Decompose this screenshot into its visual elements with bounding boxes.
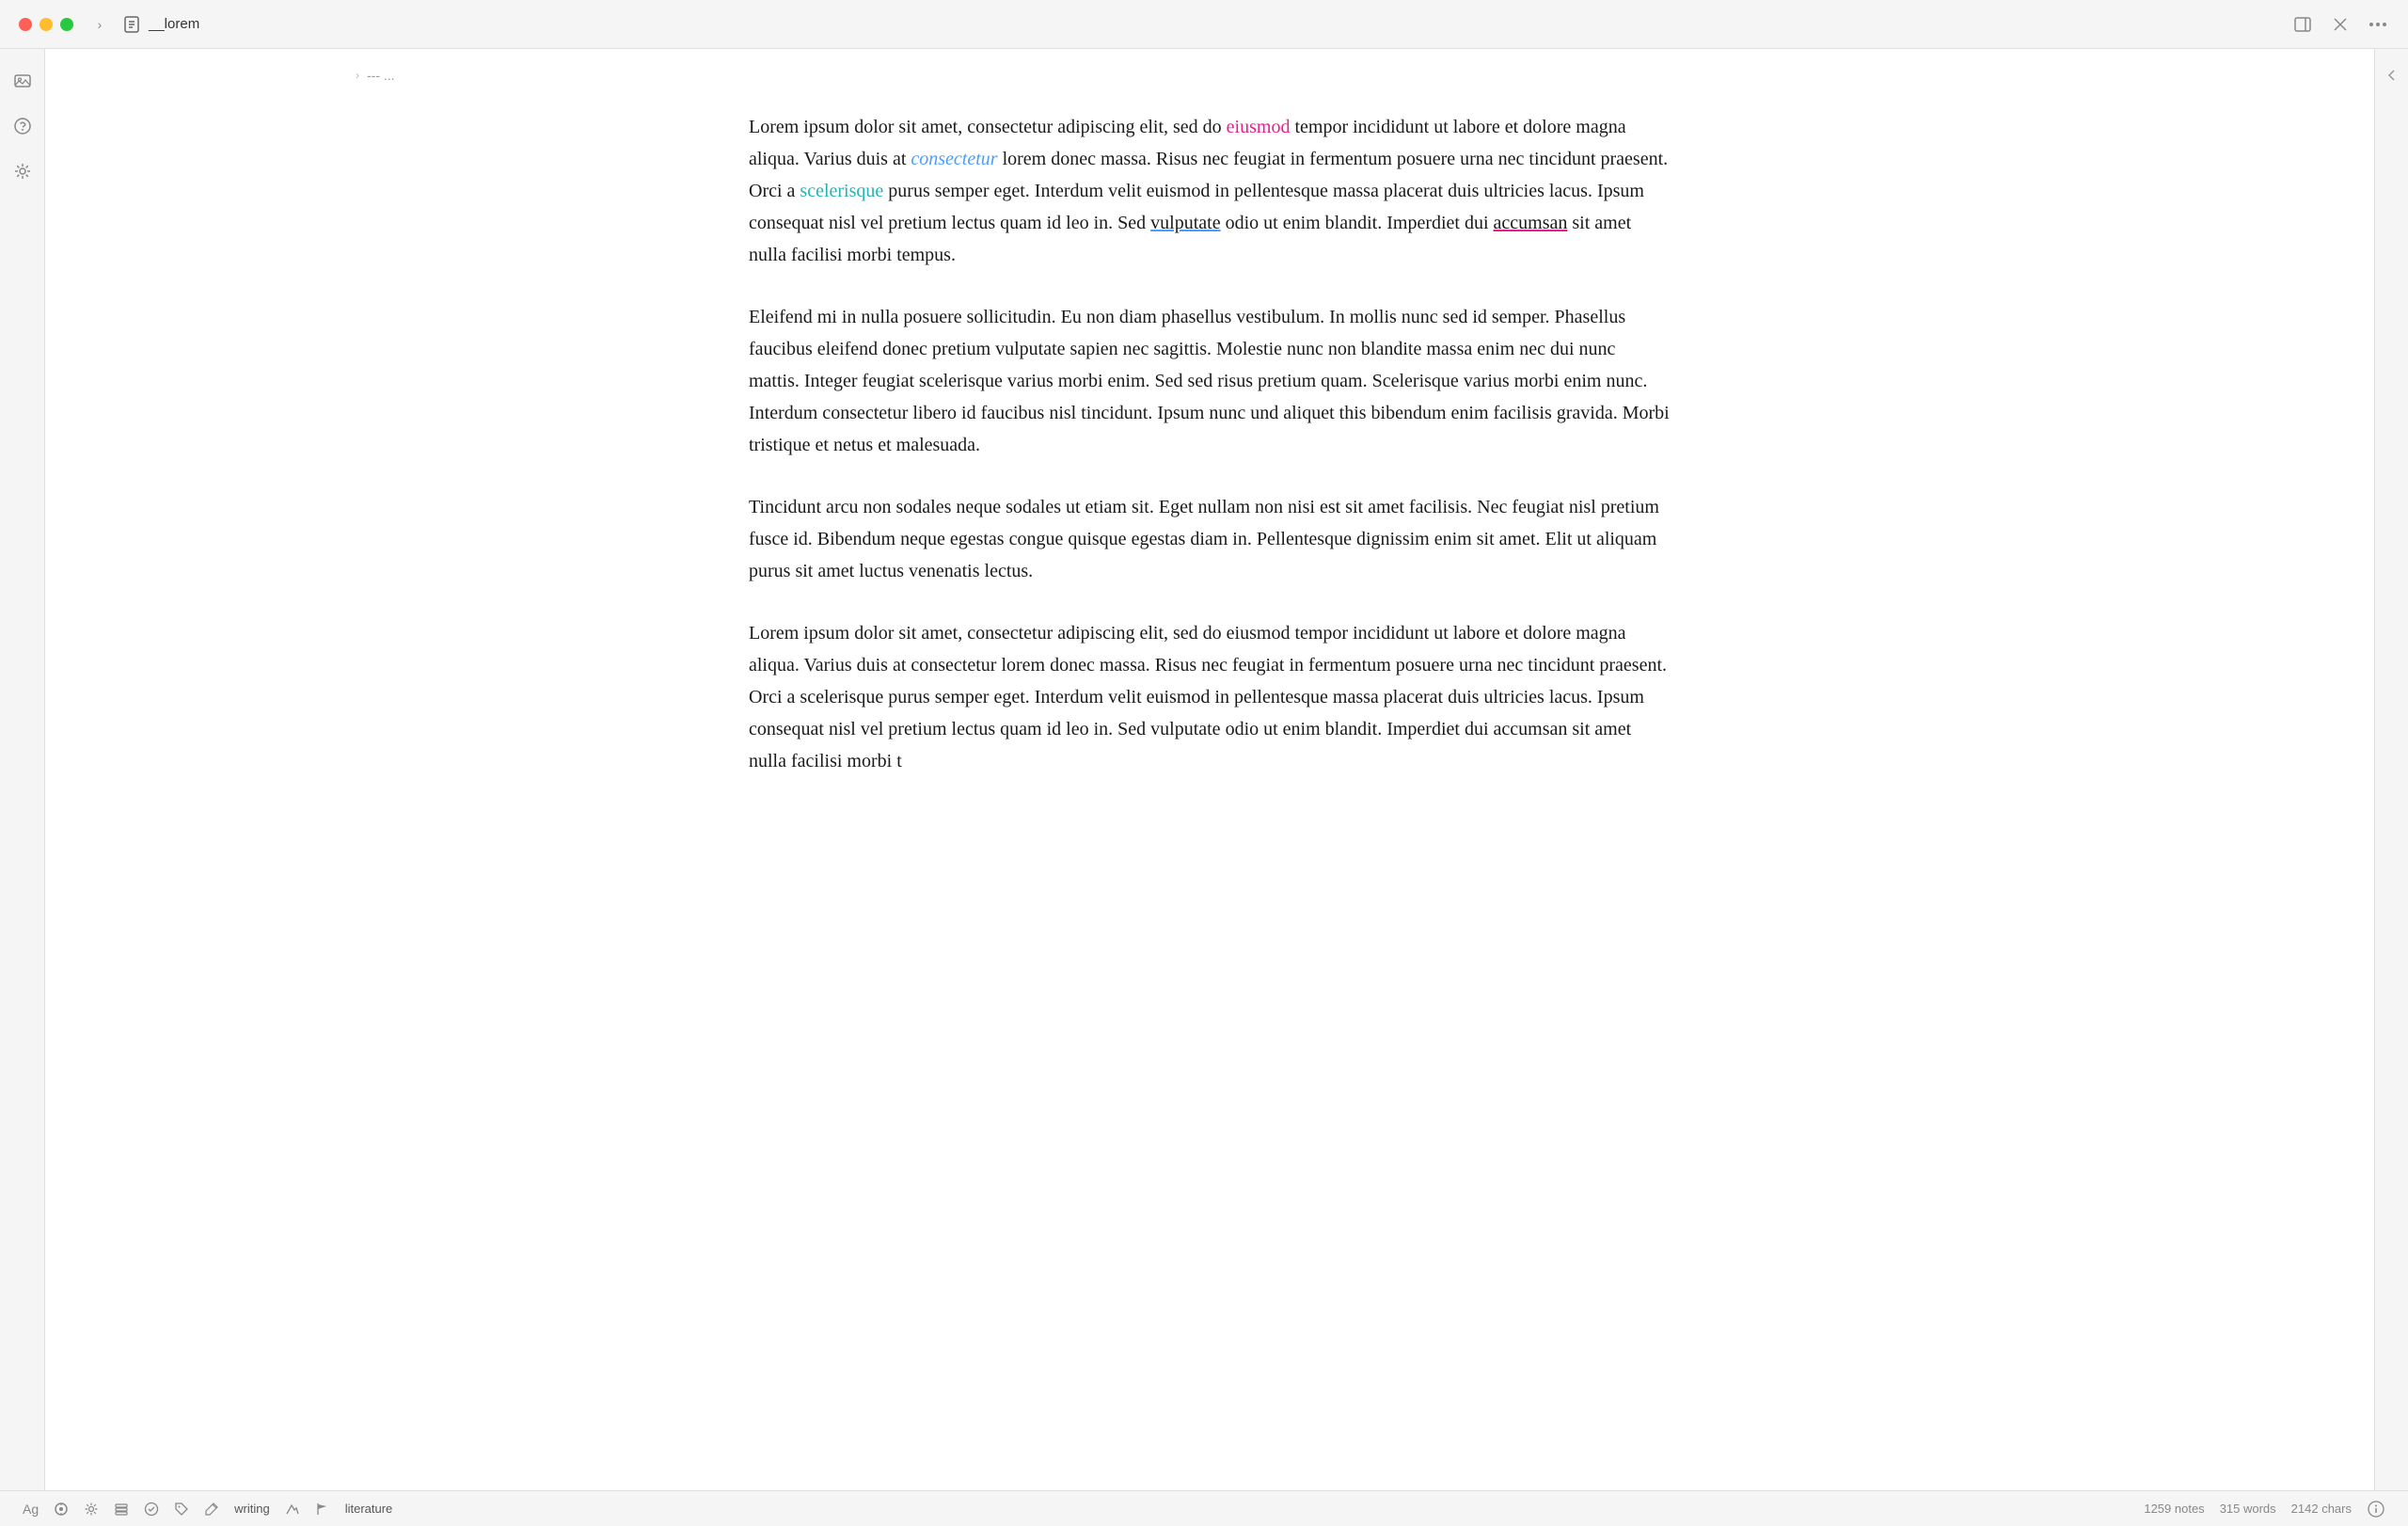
titlebar-actions [2291, 13, 2389, 36]
right-sidebar-toggle [2374, 49, 2408, 1490]
titlebar: › __lorem [0, 0, 2408, 49]
paragraph-1: Lorem ipsum dolor sit amet, consectetur … [749, 111, 1671, 271]
doc-header: › --- ... [45, 49, 2374, 92]
breadcrumb: › --- ... [356, 68, 395, 83]
editor-content: Lorem ipsum dolor sit amet, consectetur … [692, 92, 1727, 901]
paragraph-2: Eleifend mi in nulla posuere sollicitudi… [749, 301, 1671, 461]
gear-status-icon [84, 1502, 99, 1517]
status-ag[interactable]: Ag [23, 1502, 39, 1517]
main-layout: › --- ... Lorem ipsum dolor sit amet, co… [0, 49, 2408, 1490]
chars-count: 2142 chars [2291, 1502, 2352, 1516]
document-icon [122, 15, 141, 34]
p4-text: Lorem ipsum dolor sit amet, consectetur … [749, 623, 1667, 771]
target-icon [54, 1502, 69, 1517]
sidebar-toggle-button[interactable]: › [88, 13, 111, 36]
status-pencil[interactable] [204, 1502, 219, 1517]
p1-consectetur-highlight: consectetur [911, 149, 997, 169]
paragraph-4: Lorem ipsum dolor sit amet, consectetur … [749, 617, 1671, 777]
app-window: › __lorem [0, 0, 2408, 1526]
status-tag[interactable] [174, 1502, 189, 1517]
mountain-icon [285, 1502, 300, 1517]
status-target[interactable] [54, 1502, 69, 1517]
minimize-button[interactable] [40, 18, 53, 31]
editor-scroll[interactable]: Lorem ipsum dolor sit amet, consectetur … [45, 92, 2374, 1490]
info-icon [2368, 1501, 2384, 1518]
more-button[interactable] [2367, 13, 2389, 36]
paragraph-3: Tincidunt arcu non sodales neque sodales… [749, 491, 1671, 587]
status-flag[interactable] [315, 1502, 330, 1517]
status-gear[interactable] [84, 1502, 99, 1517]
flag-icon [315, 1502, 330, 1517]
tag-icon [174, 1502, 189, 1517]
p1-vulputate-underline: vulputate [1150, 213, 1220, 233]
p1-eiusmod-highlight: eiusmod [1227, 117, 1291, 137]
right-toggle-button[interactable] [2381, 64, 2403, 87]
sidebar-icon-image[interactable] [9, 68, 36, 94]
check-icon [144, 1502, 159, 1517]
info-button[interactable] [2367, 1500, 2385, 1518]
statusbar: Ag [0, 1490, 2408, 1526]
p1-text-before-eiusmod: Lorem ipsum dolor sit amet, consectetur … [749, 117, 1227, 137]
traffic-lights [19, 18, 73, 31]
status-info: 1259 notes 315 words 2142 chars [2144, 1502, 2352, 1516]
pencil-icon [204, 1502, 219, 1517]
status-writing[interactable]: writing [234, 1502, 270, 1516]
p1-accumsan-underline: accumsan [1494, 213, 1568, 233]
breadcrumb-separator: --- ... [367, 68, 395, 83]
document-title: __lorem [149, 16, 2291, 32]
close-button[interactable] [19, 18, 32, 31]
status-mountain[interactable] [285, 1502, 300, 1517]
words-count: 315 words [2220, 1502, 2276, 1516]
p1-text-after-vulputate: odio ut enim blandit. Imperdiet dui [1221, 213, 1494, 233]
p1-scelerisque-highlight: scelerisque [800, 181, 883, 201]
sidebar-icon-help[interactable] [9, 113, 36, 139]
literature-label: literature [345, 1502, 393, 1516]
writing-label: writing [234, 1502, 270, 1516]
ag-icon: Ag [23, 1502, 39, 1517]
sidebar-icon-settings[interactable] [9, 158, 36, 184]
content-area: › --- ... Lorem ipsum dolor sit amet, co… [45, 49, 2374, 1490]
status-literature[interactable]: literature [345, 1502, 393, 1516]
status-stack[interactable] [114, 1502, 129, 1517]
notes-count: 1259 notes [2144, 1502, 2204, 1516]
maximize-button[interactable] [60, 18, 73, 31]
close-doc-button[interactable] [2329, 13, 2352, 36]
status-check[interactable] [144, 1502, 159, 1517]
stack-icon [114, 1502, 129, 1517]
panel-button[interactable] [2291, 13, 2314, 36]
breadcrumb-chevron: › [356, 69, 359, 82]
left-sidebar [0, 49, 45, 1490]
